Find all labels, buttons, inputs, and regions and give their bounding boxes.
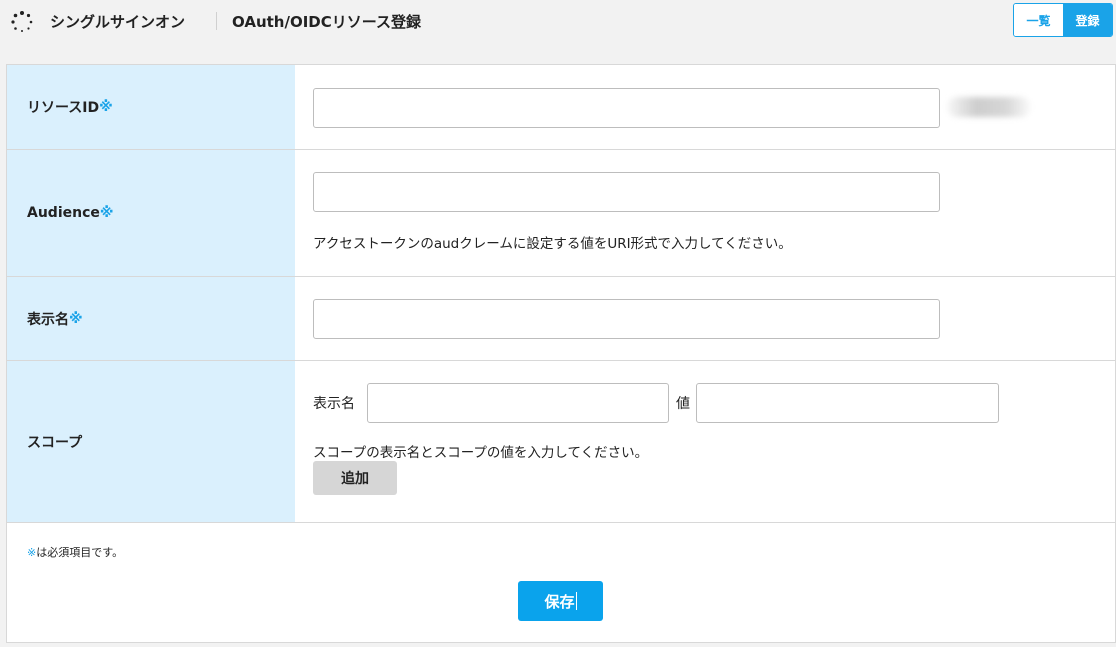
row-audience: Audience ※ アクセストークンのaudクレームに設定する値をURI形式で入… <box>7 150 1115 277</box>
audience-label: Audience ※ <box>7 150 295 276</box>
display-name-label-text: 表示名 <box>27 311 69 328</box>
audience-label-text: Audience <box>27 205 100 221</box>
form-panel: リソースID ※ Audience ※ アクセストークンのaudクレームに設定する値… <box>6 64 1116 643</box>
required-mark: ※ <box>69 310 83 327</box>
scope-name-input[interactable] <box>367 383 669 423</box>
page-title: OAuth/OIDCリソース登録 <box>232 13 422 31</box>
scope-name-label: 表示名 <box>313 396 355 412</box>
resource-id-label-text: リソースID <box>27 100 100 116</box>
required-note-text: は必須項目です。 <box>36 546 124 559</box>
title-divider <box>216 12 217 30</box>
app-title: シングルサインオン <box>50 13 186 31</box>
audience-input[interactable] <box>313 172 940 212</box>
resource-id-label: リソースID ※ <box>7 65 295 149</box>
required-note: ※は必須項目です。 <box>27 544 123 560</box>
header-bar: シングルサインオン OAuth/OIDCリソース登録 一覧 登録 <box>0 0 1116 44</box>
resource-id-input[interactable] <box>313 88 940 128</box>
blurred-text <box>947 97 1031 117</box>
text-cursor <box>575 592 577 610</box>
loading-spinner-icon <box>11 11 33 32</box>
register-button[interactable]: 登録 <box>1063 4 1112 36</box>
add-scope-button[interactable]: 追加 <box>313 461 397 495</box>
required-mark: ※ <box>99 99 113 115</box>
row-scope: スコープ 表示名 値 スコープの表示名とスコープの値を入力してください。 追加 <box>7 361 1115 523</box>
save-button[interactable]: 保存 <box>518 581 603 621</box>
scope-label: スコープ <box>7 361 295 522</box>
scope-help-text: スコープの表示名とスコープの値を入力してください。 <box>313 445 649 461</box>
audience-help-text: アクセストークンのaudクレームに設定する値をURI形式で入力してください。 <box>313 236 792 252</box>
row-resource-id: リソースID ※ <box>7 65 1115 150</box>
list-button[interactable]: 一覧 <box>1014 4 1063 36</box>
display-name-input[interactable] <box>313 299 940 339</box>
scope-value-label: 値 <box>676 396 690 412</box>
save-button-label: 保存 <box>544 592 575 611</box>
required-mark: ※ <box>27 546 37 559</box>
row-display-name: 表示名 ※ <box>7 277 1115 361</box>
scope-value-input[interactable] <box>696 383 999 423</box>
display-name-label: 表示名 ※ <box>7 277 295 360</box>
view-toggle: 一覧 登録 <box>1013 3 1113 37</box>
required-mark: ※ <box>99 205 114 221</box>
